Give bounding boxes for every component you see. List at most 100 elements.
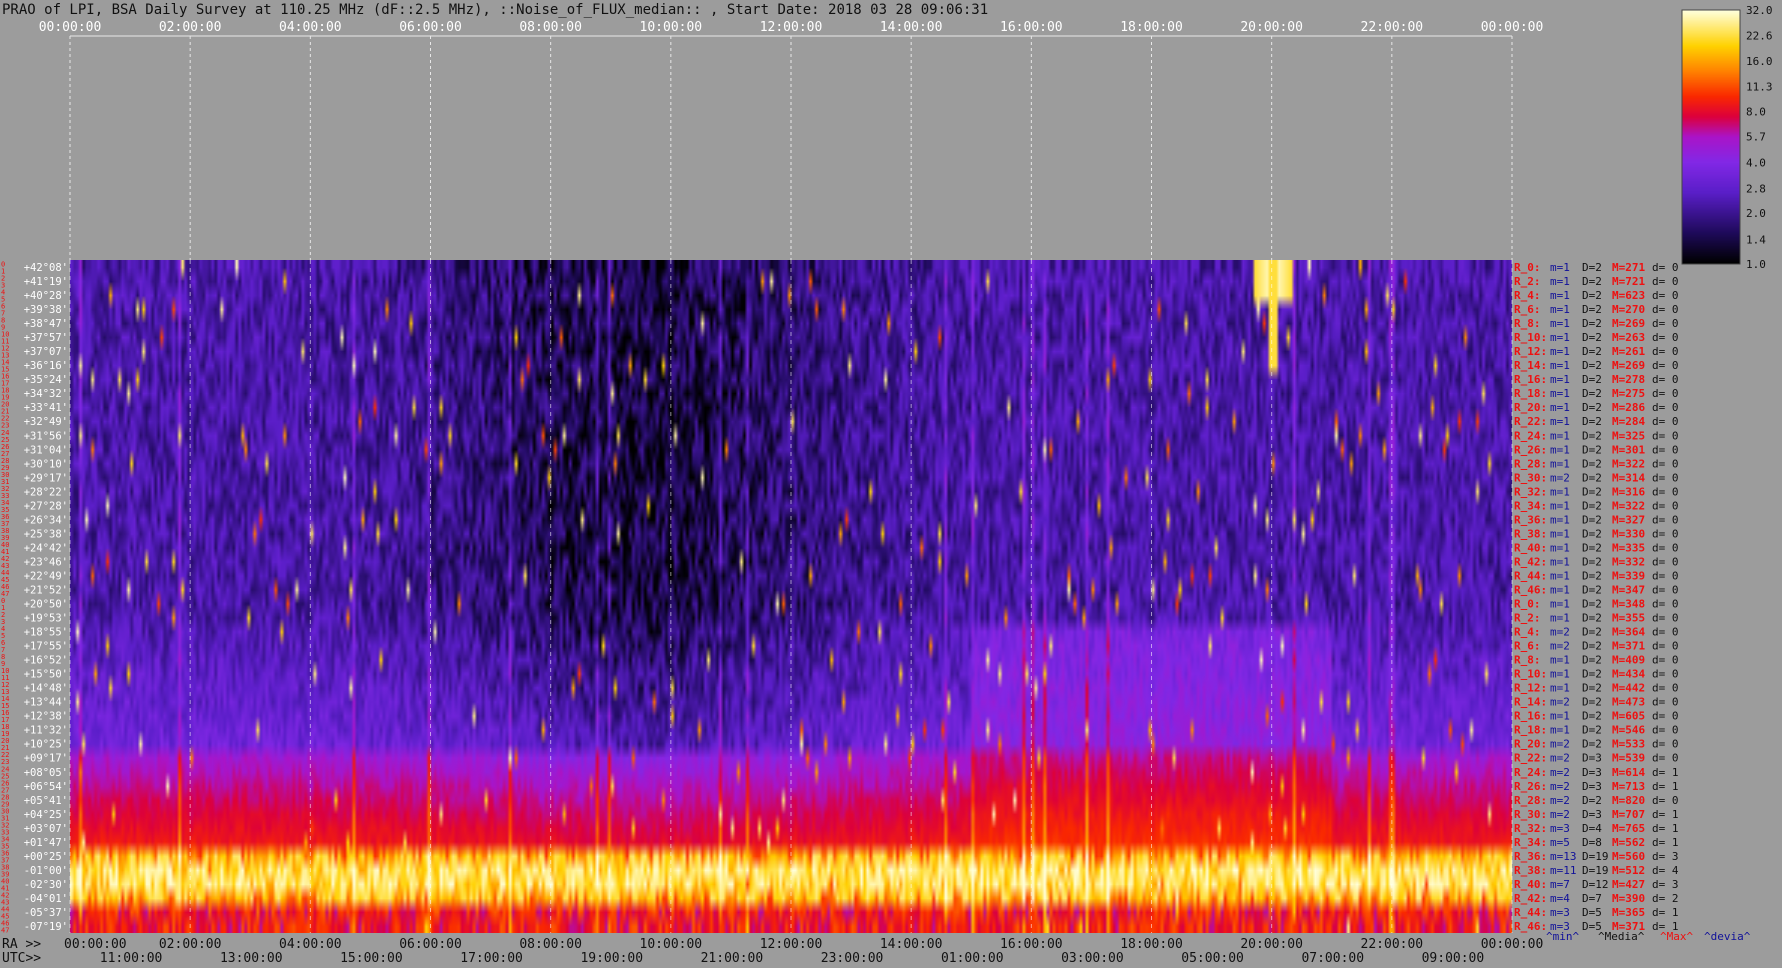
declination-label: +03°07' [24,823,68,835]
stats-M-cell: M=261 [1612,345,1645,358]
stats-row: R_14: m=1 D=2 M=269 d= 0 [1514,359,1679,372]
stats-r-cell: R_44: [1514,906,1547,919]
stats-D-cell: D=2 [1582,373,1602,386]
stats-r-cell: R_18: [1514,387,1547,400]
declination-label: +11°32' [24,725,68,737]
stats-m-cell: m=1 [1550,331,1570,344]
stats-M-cell: M=278 [1612,373,1645,386]
stats-r-cell: R_30: [1514,471,1547,484]
stats-m-cell: m=13 [1550,850,1577,863]
stats-D-cell: D=2 [1582,738,1602,751]
bottom-ra-tick-label: 00:00:00 [64,937,127,952]
stats-D-cell: D=2 [1582,710,1602,723]
stats-M-cell: M=347 [1612,583,1645,596]
stats-footer-label: ^Media^ [1598,930,1645,943]
stats-d-cell: d= 0 [1652,682,1679,695]
stats-row: R_36: m=13 D=19 M=560 d= 3 [1514,850,1679,863]
stats-M-cell: M=339 [1612,569,1645,582]
stats-row: R_40: m=7 D=12 M=427 d= 3 [1514,878,1679,891]
top-axis-tick-label: 18:00:00 [1120,20,1183,35]
stats-M-cell: M=365 [1612,906,1645,919]
colorbar-tick-label: 4.0 [1746,156,1766,169]
declination-label: +31°56' [24,430,68,442]
stats-D-cell: D=2 [1582,443,1602,456]
stats-D-cell: D=2 [1582,317,1602,330]
stats-d-cell: d= 4 [1652,864,1679,877]
stats-d-cell: d= 1 [1652,836,1679,849]
declination-label: +28°22' [24,486,68,498]
stats-row: R_14: m=2 D=2 M=473 d= 0 [1514,696,1679,709]
stats-r-cell: R_38: [1514,527,1547,540]
stats-D-cell: D=2 [1582,499,1602,512]
stats-d-cell: d= 0 [1652,654,1679,667]
stats-m-cell: m=1 [1550,541,1570,554]
stats-row: R_28: m=1 D=2 M=322 d= 0 [1514,457,1679,470]
stats-d-cell: d= 0 [1652,331,1679,344]
declination-label: +34°32' [24,388,68,400]
stats-M-cell: M=434 [1612,668,1645,681]
stats-d-cell: d= 0 [1652,541,1679,554]
declination-label: +14°48' [24,683,68,695]
stats-D-cell: D=12 [1582,878,1609,891]
bottom-ra-tick-label: 00:00:00 [1481,937,1544,952]
stats-D-cell: D=3 [1582,752,1602,765]
stats-m-cell: m=1 [1550,527,1570,540]
stats-M-cell: M=765 [1612,822,1645,835]
colorbar-tick-label: 1.4 [1746,233,1766,246]
stats-r-cell: R_0: [1514,598,1541,611]
stats-d-cell: d= 0 [1652,626,1679,639]
stats-m-cell: m=7 [1550,878,1570,891]
stats-D-cell: D=2 [1582,345,1602,358]
stats-r-cell: R_30: [1514,808,1547,821]
bottom-ra-tick-label: 14:00:00 [880,937,943,952]
stats-m-cell: m=1 [1550,555,1570,568]
stats-M-cell: M=442 [1612,682,1645,695]
stats-D-cell: D=2 [1582,555,1602,568]
stats-M-cell: M=560 [1612,850,1645,863]
stats-D-cell: D=2 [1582,415,1602,428]
stats-row: R_38: m=1 D=2 M=330 d= 0 [1514,527,1679,540]
stats-row: R_32: m=3 D=4 M=765 d= 1 [1514,822,1679,835]
top-axis-tick-label: 14:00:00 [880,20,943,35]
stats-M-cell: M=562 [1612,836,1645,849]
stats-row: R_20: m=2 D=2 M=533 d= 0 [1514,738,1679,751]
row-index-label: 47 [1,926,9,934]
stats-D-cell: D=2 [1582,359,1602,372]
stats-table: R_0: m=1 D=2 M=271 d= 0R_2: m=1 D=2 M=721 d= 0R_… [1514,261,1679,933]
stats-r-cell: R_4: [1514,289,1541,302]
declination-label: +08°05' [24,767,68,779]
stats-r-cell: R_44: [1514,569,1547,582]
stats-m-cell: m=1 [1550,499,1570,512]
stats-D-cell: D=2 [1582,275,1602,288]
top-axis-tick-label: 08:00:00 [519,20,582,35]
stats-row: R_26: m=1 D=2 M=301 d= 0 [1514,443,1679,456]
stats-M-cell: M=707 [1612,808,1645,821]
stats-row: R_46: m=1 D=2 M=347 d= 0 [1514,583,1679,596]
stats-D-cell: D=3 [1582,780,1602,793]
declination-label: +31°04' [24,444,68,456]
bottom-ra-tick-label: 22:00:00 [1361,937,1424,952]
declination-label: +30°10' [24,458,68,470]
stats-row: R_38: m=11 D=19 M=512 d= 4 [1514,864,1679,877]
stats-d-cell: d= 0 [1652,373,1679,386]
colorbar-tick-label: 2.0 [1746,207,1766,220]
stats-d-cell: d= 3 [1652,850,1679,863]
stats-r-cell: R_18: [1514,724,1547,737]
stats-m-cell: m=1 [1550,401,1570,414]
stats-row: R_24: m=1 D=2 M=325 d= 0 [1514,429,1679,442]
stats-M-cell: M=269 [1612,359,1645,372]
stats-r-cell: R_20: [1514,738,1547,751]
stats-D-cell: D=2 [1582,527,1602,540]
stats-m-cell: m=1 [1550,345,1570,358]
declination-label: +40°28' [24,290,68,302]
declination-label: +20°50' [24,599,68,611]
stats-r-cell: R_40: [1514,878,1547,891]
stats-m-cell: m=1 [1550,668,1570,681]
declination-label: +27°28' [24,500,68,512]
stats-row: R_8: m=1 D=2 M=409 d= 0 [1514,654,1679,667]
stats-row: R_2: m=1 D=2 M=355 d= 0 [1514,612,1679,625]
stats-m-cell: m=2 [1550,794,1570,807]
stats-D-cell: D=2 [1582,541,1602,554]
stats-row: R_6: m=2 D=2 M=371 d= 0 [1514,640,1679,653]
stats-row: R_6: m=1 D=2 M=270 d= 0 [1514,303,1679,316]
